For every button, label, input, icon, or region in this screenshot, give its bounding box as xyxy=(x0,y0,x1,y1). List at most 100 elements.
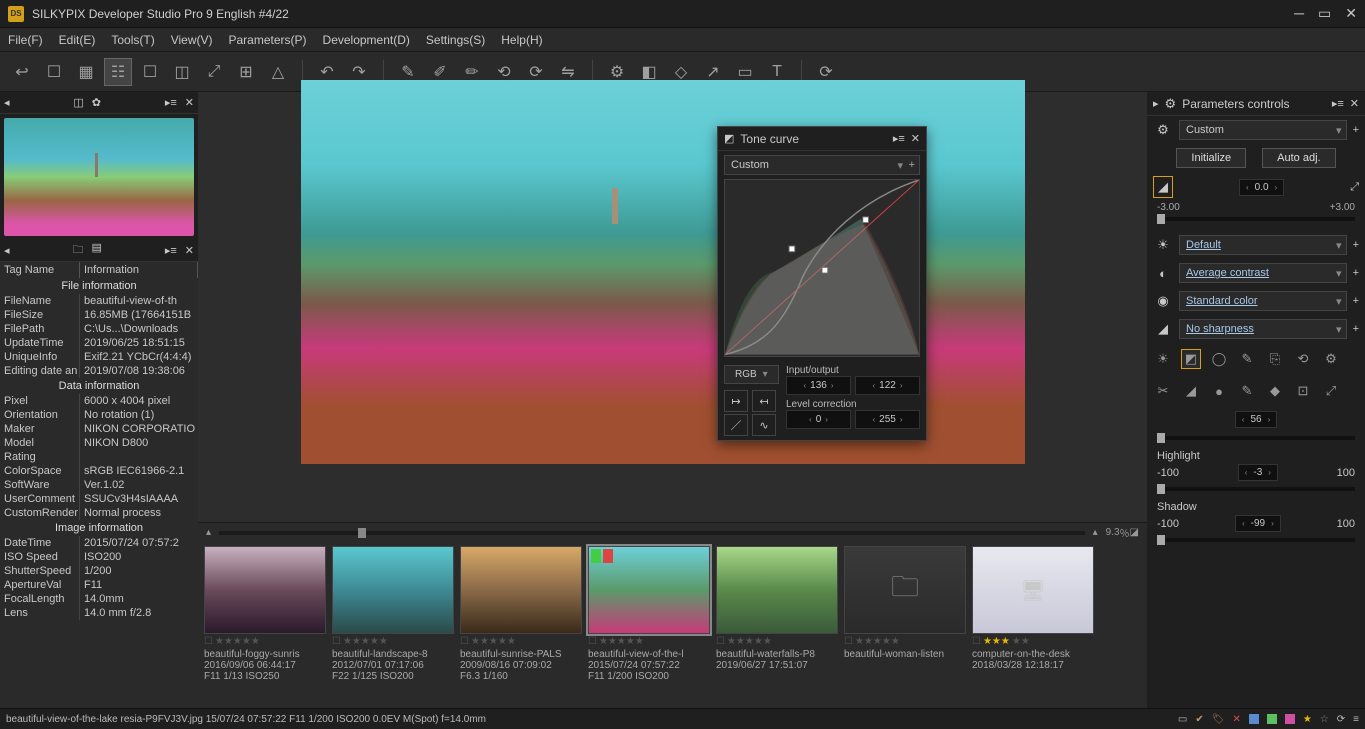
mid-slider[interactable] xyxy=(1157,436,1355,440)
back-icon[interactable]: ↩ xyxy=(8,58,36,86)
menu-tools[interactable]: Tools(T) xyxy=(111,33,154,47)
tool-lens-icon[interactable]: ● xyxy=(1209,381,1229,401)
tool-brush-icon[interactable]: ✎ xyxy=(1237,381,1257,401)
status-check-icon[interactable]: ✔ xyxy=(1195,714,1203,725)
status-pink-dot[interactable] xyxy=(1285,714,1295,724)
zoom-out-icon[interactable]: ▴ xyxy=(206,527,211,538)
tone-curve-mode-icon[interactable]: ∿ xyxy=(752,414,776,436)
sharp-select[interactable]: No sharpness xyxy=(1179,319,1347,339)
sharp-add-icon[interactable]: + xyxy=(1353,323,1359,335)
thumb-2[interactable]: ☐ ★★★★★ beautiful-sunrise-PALS 2009/08/1… xyxy=(460,546,582,704)
thumbstrip-icon[interactable]: ☷ xyxy=(104,58,132,86)
compare-icon[interactable]: ◫ xyxy=(168,58,196,86)
gridview-icon[interactable]: ⊞ xyxy=(232,58,260,86)
zoom-slider[interactable] xyxy=(219,531,1085,535)
collapse-right-icon[interactable]: ▸ xyxy=(1153,97,1159,110)
tone-preset-select[interactable]: Custom xyxy=(724,155,920,175)
status-green-dot[interactable] xyxy=(1267,714,1277,724)
status-screen-icon[interactable]: ▭ xyxy=(1178,714,1187,725)
zoom-in-icon[interactable]: ▴ xyxy=(1093,527,1098,538)
tool-expand-icon[interactable]: ⤢ xyxy=(1321,381,1341,401)
level-hi-field[interactable]: ‹255› xyxy=(855,410,920,429)
tone-input-field[interactable]: ‹136› xyxy=(786,376,851,395)
status-menu-icon[interactable]: ≡ xyxy=(1353,714,1359,725)
params-pin-icon[interactable]: ▸≡ xyxy=(1332,97,1344,110)
thumb-5[interactable]: 🗀 ☐ ★★★★★ beautiful-woman-listen xyxy=(844,546,966,704)
combine-icon[interactable]: ☐ xyxy=(40,58,68,86)
initialize-button[interactable]: Initialize xyxy=(1176,148,1246,168)
thumb-6[interactable]: 🖥 ☐ ★★★★★ computer-on-the-desk 2018/03/2… xyxy=(972,546,1094,704)
info-icon[interactable]: ▤ xyxy=(91,241,101,260)
exposure-field[interactable]: ‹0.0› xyxy=(1239,179,1284,196)
navigator-preview[interactable] xyxy=(4,118,194,236)
thumb-3[interactable]: ☐ ★★★★★ beautiful-view-of-the-l 2015/07/… xyxy=(588,546,710,704)
contrast-select[interactable]: Average contrast xyxy=(1179,263,1347,283)
close-icon[interactable]: ✕ xyxy=(1345,5,1357,22)
exposure-slider[interactable]: .rightpanel .rpslider:nth-of-type(1) .tr… xyxy=(1157,217,1355,221)
level-lo-field[interactable]: ‹0› xyxy=(786,410,851,429)
color-add-icon[interactable]: + xyxy=(1353,295,1359,307)
filmstrip[interactable]: ☐ ★★★★★ beautiful-foggy-sunris 2016/09/0… xyxy=(198,542,1147,708)
tool-tri-icon[interactable]: ◢ xyxy=(1181,381,1201,401)
preset-add-icon[interactable]: + xyxy=(1353,124,1359,136)
status-star-icon[interactable]: ★ xyxy=(1303,714,1312,725)
status-tag-icon[interactable]: 🏷 xyxy=(1212,714,1225,725)
fit-icon[interactable]: ◪ xyxy=(1130,527,1139,538)
thumb-1[interactable]: ☐ ★★★★★ beautiful-landscape-8 2012/07/01… xyxy=(332,546,454,704)
tool-sun-icon[interactable]: ☀ xyxy=(1153,349,1173,369)
menu-file[interactable]: File(F) xyxy=(8,33,43,47)
tool-dropper-icon[interactable]: ✎ xyxy=(1237,349,1257,369)
menu-edit[interactable]: Edit(E) xyxy=(59,33,96,47)
tone-output-field[interactable]: ‹122› xyxy=(855,376,920,395)
contrast-add-icon[interactable]: + xyxy=(1353,267,1359,279)
nav-icon[interactable]: ◫ xyxy=(73,96,83,109)
tone-curve-panel[interactable]: ◩ Tone curve ▸≡ ✕ Custom xyxy=(717,126,927,441)
params-gear-icon[interactable]: ⚙ xyxy=(1165,96,1177,112)
collapse-left-icon[interactable]: ◂ xyxy=(4,96,10,109)
mid-value-field[interactable]: ‹56› xyxy=(1235,411,1277,428)
wb-add-icon[interactable]: + xyxy=(1353,239,1359,251)
wb-select[interactable]: Default xyxy=(1179,235,1347,255)
fullscreen-icon[interactable]: ⤢ xyxy=(200,58,228,86)
close-panel-icon[interactable]: ✕ xyxy=(185,96,194,109)
tool-crop-icon[interactable]: ⊡ xyxy=(1293,381,1313,401)
preset-select[interactable]: Custom xyxy=(1179,120,1347,140)
close-panel2-icon[interactable]: ✕ xyxy=(185,244,194,257)
status-x-icon[interactable]: ✕ xyxy=(1232,714,1240,725)
tool-bracket-icon[interactable]: ⎘ xyxy=(1265,349,1285,369)
tone-linear-icon[interactable]: ／ xyxy=(724,414,748,436)
nav2-icon[interactable]: ✿ xyxy=(92,96,101,109)
exposure-expand-icon[interactable]: ⤢ xyxy=(1350,181,1359,194)
tone-add-point-icon[interactable]: ↦ xyxy=(724,390,748,412)
tool-drop-icon[interactable]: ◆ xyxy=(1265,381,1285,401)
params-close-icon[interactable]: ✕ xyxy=(1350,97,1359,110)
color-select[interactable]: Standard color xyxy=(1179,291,1347,311)
shadow-field[interactable]: ‹-99› xyxy=(1235,515,1281,532)
warning-icon[interactable]: △ xyxy=(264,58,292,86)
grid-icon[interactable]: ▦ xyxy=(72,58,100,86)
menu-development[interactable]: Development(D) xyxy=(323,33,410,47)
highlight-field[interactable]: ‹-3› xyxy=(1238,464,1278,481)
single-icon[interactable]: ☐ xyxy=(136,58,164,86)
tool-gears-icon[interactable]: ⚙ xyxy=(1321,349,1341,369)
menu-parameters[interactable]: Parameters(P) xyxy=(229,33,307,47)
tool-curve-icon[interactable]: ◩ xyxy=(1181,349,1201,369)
menu-settings[interactable]: Settings(S) xyxy=(426,33,485,47)
thumb-4[interactable]: ☐ ★★★★★ beautiful-waterfalls-P8 2019/06/… xyxy=(716,546,838,704)
status-refresh-icon[interactable]: ⟳ xyxy=(1337,714,1345,725)
minimize-icon[interactable]: ─ xyxy=(1294,5,1304,22)
tone-curve-graph[interactable] xyxy=(724,179,920,357)
folder-icon[interactable]: 🗀 xyxy=(72,241,83,260)
status-star-empty-icon[interactable]: ☆ xyxy=(1320,714,1329,725)
tone-channel-select[interactable]: RGB xyxy=(724,365,779,384)
tone-close-icon[interactable]: ✕ xyxy=(911,132,920,145)
auto-adj-button[interactable]: Auto adj. xyxy=(1262,148,1335,168)
tool-scissors-icon[interactable]: ✂ xyxy=(1153,381,1173,401)
exposure-icon[interactable]: ◢ xyxy=(1153,176,1173,198)
collapse-left2-icon[interactable]: ◂ xyxy=(4,244,10,257)
tool-circle-icon[interactable]: ◯ xyxy=(1209,349,1229,369)
highlight-slider[interactable] xyxy=(1157,487,1355,491)
thumb-0[interactable]: ☐ ★★★★★ beautiful-foggy-sunris 2016/09/0… xyxy=(204,546,326,704)
shadow-slider[interactable] xyxy=(1157,538,1355,542)
pin-icon[interactable]: ▸≡ xyxy=(165,96,177,109)
